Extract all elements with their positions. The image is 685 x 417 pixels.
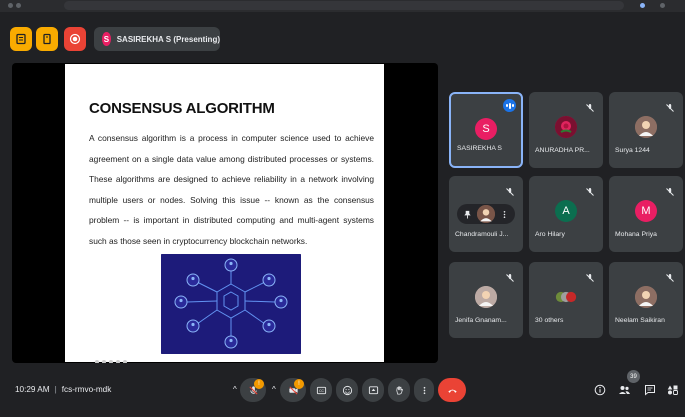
- extension-icon[interactable]: [640, 3, 645, 8]
- meet-topbar: S SASIREKHA S (Presenting): [0, 24, 685, 58]
- activities-button[interactable]: [665, 382, 681, 398]
- info-icon: [594, 384, 606, 396]
- meeting-code[interactable]: fcs-rmvo-mdk: [62, 385, 112, 394]
- shared-slide: CONSENSUS ALGORITHM A consensus algorith…: [65, 64, 384, 363]
- more-options-button[interactable]: [414, 378, 434, 402]
- participant-avatar: [477, 205, 495, 223]
- recording-button[interactable]: [64, 27, 86, 51]
- more-vert-icon[interactable]: [500, 210, 509, 219]
- transcript-icon: [43, 33, 51, 45]
- presenter-avatar: S: [102, 32, 111, 46]
- muted-mic-icon: [505, 270, 515, 282]
- meeting-info: 10:29 AM | fcs-rmvo-mdk: [15, 385, 112, 394]
- muted-mic-icon: [665, 184, 675, 196]
- pin-icon[interactable]: [463, 210, 472, 219]
- more-vert-icon: [423, 386, 425, 394]
- participant-avatar: [635, 116, 657, 138]
- participant-tile[interactable]: S SASIREKHA S: [449, 92, 523, 168]
- raise-hand-button[interactable]: [388, 378, 410, 402]
- mic-options-chevron[interactable]: ^: [233, 385, 237, 394]
- browser-strip: [0, 0, 685, 12]
- present-screen-icon: [368, 385, 378, 394]
- captions-button[interactable]: CC: [310, 378, 332, 402]
- notes-button[interactable]: [10, 27, 32, 51]
- clock-time: 10:29 AM: [15, 385, 50, 394]
- muted-mic-icon: [585, 270, 595, 282]
- window-dot: [8, 3, 13, 8]
- transcript-button[interactable]: [36, 27, 58, 51]
- participant-avatar: [635, 286, 657, 308]
- participant-tile[interactable]: 30 others: [529, 262, 603, 338]
- participant-name: Chandramouli J...: [455, 231, 509, 238]
- end-call-icon: [447, 389, 457, 393]
- hand-icon: [395, 385, 403, 395]
- notes-icon: [16, 33, 26, 45]
- participant-tile[interactable]: Surya 1244: [609, 92, 683, 168]
- participant-name: Jenifa Gnanam...: [455, 317, 507, 324]
- muted-mic-icon: [585, 100, 595, 112]
- participant-tile[interactable]: Jenifa Gnanam...: [449, 262, 523, 338]
- participant-name: SASIREKHA S: [457, 145, 502, 152]
- muted-mic-icon: [665, 270, 675, 282]
- mic-warning-badge: !: [254, 379, 264, 389]
- speaking-indicator-icon: [503, 99, 516, 112]
- chat-button[interactable]: [642, 382, 658, 398]
- participant-avatar: A: [555, 200, 577, 222]
- captions-icon: CC: [316, 386, 326, 394]
- participant-name: Surya 1244: [615, 147, 650, 154]
- people-button[interactable]: [616, 382, 632, 398]
- participant-name: 30 others: [535, 317, 564, 324]
- participant-name: Aro Hilary: [535, 231, 565, 238]
- chat-icon: [645, 385, 655, 396]
- participant-name: Mohana Priya: [615, 231, 657, 238]
- participant-name: Neelam Saikiran: [615, 317, 665, 324]
- present-now-button[interactable]: [362, 378, 384, 402]
- participant-avatar: [555, 116, 577, 138]
- camera-warning-badge: !: [294, 379, 304, 389]
- slide-nav-dots: [95, 351, 135, 363]
- network-graphic: [161, 254, 301, 354]
- svg-text:CC: CC: [319, 388, 324, 392]
- participant-name: ANURADHA PR...: [535, 147, 590, 154]
- muted-mic-icon: [505, 184, 515, 196]
- participant-avatar: S: [475, 118, 497, 140]
- reactions-button[interactable]: [336, 378, 358, 402]
- muted-mic-icon: [665, 100, 675, 112]
- muted-mic-icon: [585, 184, 595, 196]
- window-dot: [16, 3, 21, 8]
- participant-tile[interactable]: A Aro Hilary: [529, 176, 603, 252]
- presenting-chip[interactable]: S SASIREKHA S (Presenting): [94, 27, 220, 51]
- participant-avatar: M: [635, 200, 657, 222]
- meeting-details-button[interactable]: [592, 382, 608, 398]
- participant-avatar: [475, 286, 497, 308]
- participant-tile[interactable]: ANURADHA PR...: [529, 92, 603, 168]
- presentation-stage[interactable]: CONSENSUS ALGORITHM A consensus algorith…: [12, 63, 438, 363]
- meet-bottombar: 10:29 AM | fcs-rmvo-mdk ^ ! ^ ! CC 39: [0, 366, 685, 417]
- leave-call-button[interactable]: [438, 378, 466, 402]
- presenting-label: SASIREKHA S (Presenting): [116, 34, 220, 44]
- blockchain-network-image: [161, 254, 301, 354]
- record-icon: [69, 33, 81, 45]
- participant-tile[interactable]: Chandramouli J...: [449, 176, 523, 252]
- menu-icon[interactable]: [660, 3, 665, 8]
- emoji-icon: [342, 385, 352, 395]
- slide-title: CONSENSUS ALGORITHM: [89, 100, 275, 117]
- camera-options-chevron[interactable]: ^: [272, 385, 276, 394]
- people-icon: [618, 386, 630, 394]
- shapes-icon: [667, 385, 678, 395]
- participant-tile[interactable]: M Mohana Priya: [609, 176, 683, 252]
- slide-body-text: A consensus algorithm is a process in co…: [89, 133, 374, 246]
- address-bar[interactable]: [64, 1, 624, 10]
- participant-avatar: [555, 286, 577, 308]
- participant-tile[interactable]: Neelam Saikiran: [609, 262, 683, 338]
- participant-count-badge: 39: [627, 370, 640, 383]
